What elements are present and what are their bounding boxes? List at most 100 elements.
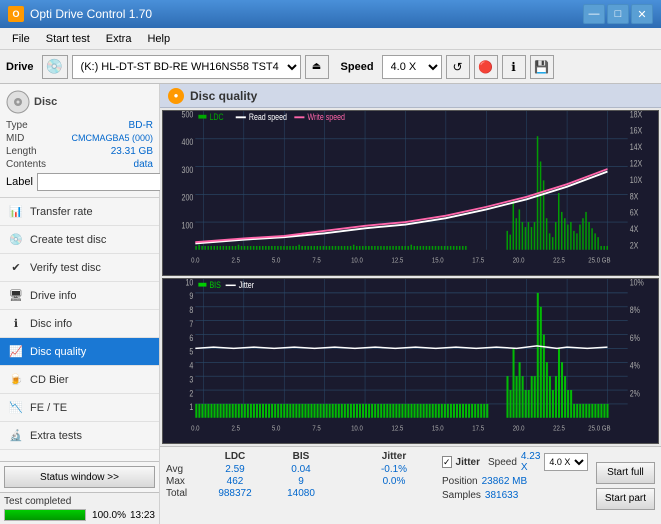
disc-type-field: Type BD-R — [6, 120, 153, 131]
svg-text:500: 500 — [182, 111, 194, 120]
svg-text:8%: 8% — [630, 305, 640, 315]
drive-icon-button[interactable]: 💿 — [42, 55, 68, 79]
drive-label: Drive — [6, 61, 34, 73]
close-button[interactable]: ✕ — [631, 4, 653, 24]
svg-text:7.5: 7.5 — [312, 425, 321, 433]
sidebar-item-extra-tests[interactable]: 🔬 Extra tests — [0, 422, 159, 450]
svg-text:10X: 10X — [630, 175, 643, 185]
svg-text:16X: 16X — [630, 126, 643, 136]
menu-file[interactable]: File — [4, 31, 38, 47]
chart-bis-svg: 10 9 8 7 6 5 4 3 2 1 10% 8% — [163, 279, 658, 443]
speed-select-stats[interactable]: 4.0 X — [544, 453, 588, 471]
stats-total-bis: 14080 — [268, 488, 334, 499]
svg-text:25.0 GB: 25.0 GB — [588, 257, 611, 265]
chart-ldc: 500 400 300 200 100 18X 16X 14X 12X 10X … — [162, 110, 659, 276]
start-full-button[interactable]: Start full — [596, 462, 655, 484]
minimize-button[interactable]: — — [583, 4, 605, 24]
verify-test-disc-icon: ✔ — [8, 260, 24, 276]
save-button[interactable]: 💾 — [530, 55, 554, 79]
sidebar-item-cd-bier[interactable]: 🍺 CD Bier — [0, 366, 159, 394]
svg-text:100: 100 — [182, 221, 194, 231]
jitter-label: Jitter — [456, 457, 480, 468]
jitter-checkbox[interactable]: ✓ — [442, 456, 452, 468]
svg-text:12X: 12X — [630, 159, 643, 169]
menu-extra[interactable]: Extra — [98, 31, 140, 47]
content-header: ● Disc quality — [160, 84, 661, 108]
position-value: 23862 MB — [482, 476, 528, 487]
stats-label-max: Max — [166, 476, 202, 487]
svg-text:5.0: 5.0 — [272, 257, 281, 265]
progress-percent: 100.0% — [90, 510, 126, 521]
svg-text:6: 6 — [189, 333, 193, 343]
extra-tests-icon: 🔬 — [8, 428, 24, 444]
position-label: Position — [442, 476, 478, 487]
toolbar: Drive 💿 (K:) HL-DT-ST BD-RE WH16NS58 TST… — [0, 50, 661, 84]
title-bar: O Opti Drive Control 1.70 — □ ✕ — [0, 0, 661, 28]
svg-text:25.0 GB: 25.0 GB — [588, 425, 611, 433]
sidebar-item-disc-quality[interactable]: 📈 Disc quality — [0, 338, 159, 366]
samples-label: Samples — [442, 490, 481, 501]
svg-text:2.5: 2.5 — [232, 425, 241, 433]
svg-text:6%: 6% — [630, 333, 640, 343]
disc-length-value: 23.31 GB — [111, 146, 153, 157]
svg-text:2: 2 — [189, 389, 193, 399]
stats-total-ldc: 988372 — [202, 488, 268, 499]
speed-value: 4.23 X — [521, 451, 540, 473]
svg-text:Write speed: Write speed — [307, 112, 345, 122]
disc-type-value: BD-R — [129, 120, 153, 131]
svg-text:200: 200 — [182, 193, 194, 203]
drive-select[interactable]: (K:) HL-DT-ST BD-RE WH16NS58 TST4 — [72, 55, 301, 79]
svg-text:5: 5 — [189, 347, 193, 357]
transfer-rate-icon: 📊 — [8, 204, 24, 220]
disc-panel-icon — [6, 90, 30, 114]
disc-label-row: Label ⚙ — [6, 173, 153, 191]
svg-text:2.5: 2.5 — [232, 257, 241, 265]
menu-start-test[interactable]: Start test — [38, 31, 98, 47]
window-controls: — □ ✕ — [583, 4, 653, 24]
svg-text:8: 8 — [189, 305, 193, 315]
cd-bier-icon: 🍺 — [8, 372, 24, 388]
sidebar-item-drive-info[interactable]: 🖥 Drive info — [0, 282, 159, 310]
status-window-button[interactable]: Status window >> — [4, 466, 155, 488]
stats-avg-ldc: 2.59 — [202, 464, 268, 475]
chart-bis: 10 9 8 7 6 5 4 3 2 1 10% 8% — [162, 278, 659, 444]
burn-button[interactable]: 🔴 — [474, 55, 498, 79]
start-part-button[interactable]: Start part — [596, 488, 655, 510]
content-area: ● Disc quality — [160, 84, 661, 524]
sidebar-item-fe-te[interactable]: 📉 FE / TE — [0, 394, 159, 422]
disc-quality-icon: 📈 — [8, 344, 24, 360]
stats-col-jitter: Jitter — [354, 451, 434, 462]
stats-max-ldc: 462 — [202, 476, 268, 487]
svg-text:1: 1 — [189, 402, 193, 412]
svg-text:0.0: 0.0 — [191, 257, 200, 265]
refresh-button[interactable]: ↺ — [446, 55, 470, 79]
svg-text:2X: 2X — [630, 241, 639, 251]
svg-text:LDC: LDC — [209, 112, 223, 122]
speed-info-panel: ✓ Jitter Speed 4.23 X 4.0 X Position 238… — [442, 451, 588, 520]
disc-label-input[interactable] — [37, 173, 171, 191]
create-test-disc-icon: 💿 — [8, 232, 24, 248]
sidebar-item-transfer-rate[interactable]: 📊 Transfer rate — [0, 198, 159, 226]
speed-select[interactable]: 4.0 X — [382, 55, 442, 79]
jitter-checkbox-row: ✓ Jitter Speed 4.23 X 4.0 X — [442, 451, 588, 473]
svg-text:3: 3 — [189, 375, 193, 385]
sidebar-item-create-test-disc[interactable]: 💿 Create test disc — [0, 226, 159, 254]
eject-button[interactable]: ⏏ — [305, 55, 329, 79]
speed-key-label: Speed — [488, 457, 517, 468]
charts-container: 500 400 300 200 100 18X 16X 14X 12X 10X … — [160, 108, 661, 446]
sidebar-item-disc-info[interactable]: ℹ Disc info — [0, 310, 159, 338]
stats-max-jitter: 0.0% — [354, 476, 434, 487]
disc-panel-title: Disc — [34, 96, 57, 108]
stats-label-total: Total — [166, 488, 202, 499]
menu-help[interactable]: Help — [139, 31, 178, 47]
maximize-button[interactable]: □ — [607, 4, 629, 24]
svg-text:10.0: 10.0 — [351, 257, 363, 265]
sidebar-item-verify-test-disc[interactable]: ✔ Verify test disc — [0, 254, 159, 282]
stats-bar: LDC BIS Jitter Avg 2.59 0.04 -0.1% Max 4… — [160, 446, 661, 524]
svg-text:15.0: 15.0 — [432, 425, 444, 433]
svg-text:10: 10 — [185, 279, 193, 288]
svg-text:17.5: 17.5 — [472, 257, 484, 265]
info-button[interactable]: ℹ — [502, 55, 526, 79]
svg-text:4: 4 — [189, 361, 193, 371]
chart-ldc-svg: 500 400 300 200 100 18X 16X 14X 12X 10X … — [163, 111, 658, 275]
